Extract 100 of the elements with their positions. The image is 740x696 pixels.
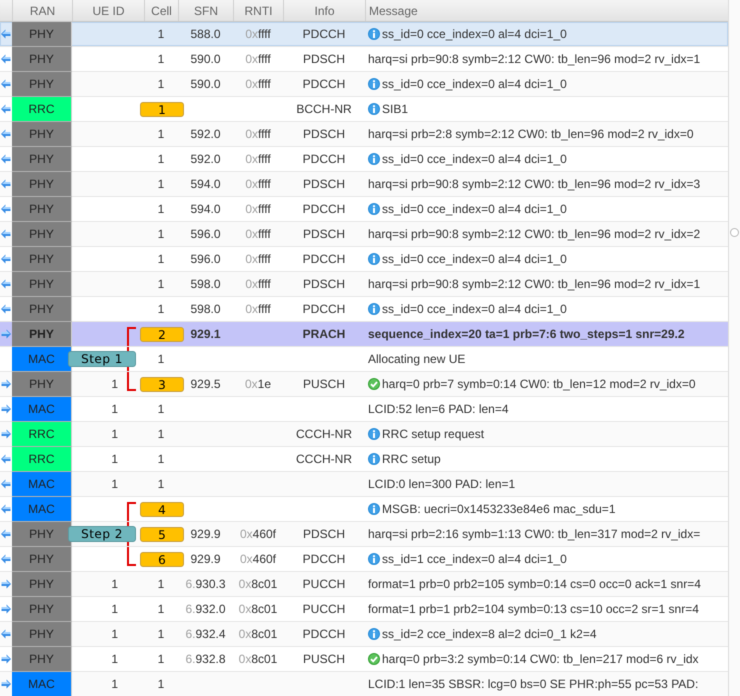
message-text: harq=si prb=2:8 symb=2:12 CW0: tb_len=96 mod=2 rv_idx=0 (368, 127, 694, 141)
cell-id-cell-text: 1 (156, 601, 166, 618)
rnti-cell-text: 0xffff (244, 151, 272, 168)
number-badge: 4 (140, 502, 184, 517)
message-text: ss_id=0 cce_index=0 al=4 dci=1_0 (382, 252, 567, 266)
log-row[interactable]: PHY Step 2 5 929.9 0x460f PDSCH harq=si prb=2:16 symb=1:13 CW0: tb_len=317 mod=2 rv_idx= (0, 522, 728, 547)
info-cell-text: PUCCH (302, 576, 346, 593)
info-icon (368, 28, 380, 40)
log-row[interactable]: MAC 1 1 LCID:1 len=35 SBSR: lcg=0 bs=0 SE PHR:ph=55 pc=53 PAD: (0, 672, 728, 696)
log-row[interactable]: MAC 1 1 LCID:0 len=300 PAD: len=1 (0, 472, 728, 497)
number-badge: 1 (140, 102, 184, 117)
sfn-cell-text: 929.5 (189, 376, 222, 393)
ue-id-cell-text: 1 (110, 426, 118, 443)
info-icon (368, 628, 380, 640)
info-icon (368, 103, 380, 115)
number-badge: 5 (140, 527, 184, 542)
log-row[interactable]: PHY 1 1 6.930.3 0x8c01 PUCCH format=1 prb=0 prb2=105 symb=0:14 cs=0 occ=0 ack=1 snr=4 (0, 572, 728, 597)
ran-cell: PHY (12, 647, 72, 672)
cell-id-cell-text: 1 (156, 76, 166, 93)
log-row[interactable]: PHY 1 596.0 0xffff PDSCH harq=si prb=90:8 symb=2:12 CW0: tb_len=96 mod=2 rv_idx=2 (0, 222, 728, 247)
log-row[interactable]: PHY 1 3 929.5 0x1e PUSCH harq=0 prb=7 symb=0:14 CW0: tb_len=12 mod=2 rv_idx=0 (0, 372, 728, 397)
log-row[interactable]: PHY 1 590.0 0xffff PDCCH ss_id=0 cce_index=0 al=4 dci=1_0 (0, 72, 728, 97)
log-row[interactable]: PHY 1 1 6.932.4 0x8c01 PDCCH ss_id=2 cce_index=8 al=2 dci=0_1 k2=4 (0, 622, 728, 647)
log-row[interactable]: PHY 1 596.0 0xffff PDCCH ss_id=0 cce_index=0 al=4 dci=1_0 (0, 247, 728, 272)
log-row[interactable]: PHY 1 598.0 0xffff PDCCH ss_id=0 cce_index=0 al=4 dci=1_0 (0, 297, 728, 322)
rnti-cell-text: 0x460f (238, 551, 278, 568)
ran-cell: PHY (12, 122, 72, 147)
info-cell-text: CCCH-NR (295, 451, 353, 468)
rnti-cell-text: 0xffff (244, 126, 272, 143)
log-row[interactable]: RRC 1 1 CCCH-NR RRC setup request (0, 422, 728, 447)
info-cell-text: PDCCH (302, 201, 346, 218)
cell-id-cell-text: 1 (156, 451, 166, 468)
cell-id-cell-text: 1 (156, 626, 166, 643)
sfn-cell-text: 6.932.4 (184, 626, 227, 643)
message-text: harq=si prb=2:16 symb=1:13 CW0: tb_len=317 mod=2 rv_idx= (368, 527, 700, 541)
ue-id-cell-text: 1 (110, 576, 118, 593)
rnti-cell-text: 0x8c01 (238, 626, 278, 643)
column-header[interactable]: SFN (178, 0, 233, 21)
info-cell-text: PDSCH (302, 126, 346, 143)
message-text: ss_id=0 cce_index=0 al=4 dci=1_0 (382, 202, 567, 216)
log-row[interactable]: RRC 1 1 CCCH-NR RRC setup (0, 447, 728, 472)
rnti-cell-text: 0x8c01 (238, 651, 278, 668)
message-text: harq=0 prb=3:2 symb=0:14 CW0: tb_len=217 mod=6 rv_idx (382, 652, 699, 666)
ran-cell: MAC (12, 397, 72, 422)
cell-id-cell-text: 1 (156, 476, 166, 493)
ue-id-cell-text: 1 (110, 651, 118, 668)
column-header[interactable]: UE ID (72, 0, 144, 21)
rnti-cell-text: 0xffff (244, 226, 272, 243)
info-cell-text: PDCCH (302, 301, 346, 318)
info-icon (368, 428, 380, 440)
ran-cell: PHY (12, 172, 72, 197)
ran-cell: PHY (12, 222, 72, 247)
column-header[interactable]: Info (283, 0, 365, 21)
log-row[interactable]: PHY 1 1 6.932.8 0x8c01 PUSCH harq=0 prb=3:2 symb=0:14 CW0: tb_len=217 mod=6 rv_idx (0, 647, 728, 672)
cell-id-cell-text: 1 (156, 201, 166, 218)
cell-id-cell-text: 1 (156, 426, 166, 443)
scroll-thumb[interactable] (730, 228, 739, 237)
sfn-cell-text: 592.0 (189, 151, 222, 168)
column-header[interactable]: RNTI (233, 0, 283, 21)
ue-id-cell-text: 1 (110, 626, 118, 643)
message-text: harq=si prb=90:8 symb=2:12 CW0: tb_len=96 mod=2 rv_idx=1 (368, 277, 700, 291)
column-header[interactable]: Cell (144, 0, 178, 21)
info-cell-text: PDCCH (302, 251, 346, 268)
log-row[interactable]: PHY 6 929.9 0x460f PDCCH ss_id=1 cce_index=0 al=4 dci=1_0 (0, 547, 728, 572)
rnti-cell-text: 0x8c01 (238, 601, 278, 618)
column-header[interactable]: RAN (12, 0, 72, 21)
ran-cell: PHY (12, 322, 72, 347)
info-icon (368, 453, 380, 465)
log-row[interactable]: PHY 1 594.0 0xffff PDCCH ss_id=0 cce_index=0 al=4 dci=1_0 (0, 197, 728, 222)
log-row[interactable]: MAC 1 1 LCID:52 len=6 PAD: len=4 (0, 397, 728, 422)
log-row[interactable]: PHY 1 598.0 0xffff PDSCH harq=si prb=90:8 symb=2:12 CW0: tb_len=96 mod=2 rv_idx=1 (0, 272, 728, 297)
log-row[interactable]: PHY 1 592.0 0xffff PDCCH ss_id=0 cce_index=0 al=4 dci=1_0 (0, 147, 728, 172)
ran-cell: PHY (12, 572, 72, 597)
info-icon (368, 153, 380, 165)
log-row[interactable]: MAC Step 1 1 Allocating new UE (0, 347, 728, 372)
log-row[interactable]: PHY 1 592.0 0xffff PDSCH harq=si prb=2:8 symb=2:12 CW0: tb_len=96 mod=2 rv_idx=0 (0, 122, 728, 147)
log-row[interactable]: RRC 1 BCCH-NR SIB1 (0, 97, 728, 122)
scrollbar[interactable] (728, 0, 740, 696)
log-row[interactable]: PHY 1 590.0 0xffff PDSCH harq=si prb=90:8 symb=2:12 CW0: tb_len=96 mod=2 rv_idx=1 (0, 47, 728, 72)
cell-id-cell-text: 1 (156, 176, 166, 193)
sfn-cell-text: 588.0 (189, 26, 222, 43)
info-cell-text: PDCCH (302, 626, 346, 643)
ran-cell: PHY (12, 297, 72, 322)
info-cell-text: CCCH-NR (295, 426, 353, 443)
step-label: Step 2 (68, 526, 136, 542)
log-row[interactable]: MAC 4 MSGB: uecri=0x1453233e84e6 mac_sdu=1 (0, 497, 728, 522)
ran-cell: MAC (12, 672, 72, 696)
message-text: ss_id=1 cce_index=0 al=4 dci=1_0 (382, 552, 567, 566)
message-text: Allocating new UE (368, 352, 466, 366)
log-row[interactable]: PHY 1 588.0 0xffff PDCCH ss_id=0 cce_index=0 al=4 dci=1_0 (0, 22, 728, 47)
cell-id-cell-text: 1 (156, 276, 166, 293)
log-row[interactable]: PHY 1 594.0 0xffff PDSCH harq=si prb=90:8 symb=2:12 CW0: tb_len=96 mod=2 rv_idx=3 (0, 172, 728, 197)
info-cell-text: BCCH-NR (295, 101, 353, 118)
cell-id-cell-text: 1 (156, 51, 166, 68)
log-row[interactable]: PHY 1 1 6.932.0 0x8c01 PUCCH format=1 prb=1 prb2=104 symb=0:13 cs=10 occ=2 sr=1 snr=4 (0, 597, 728, 622)
log-row[interactable]: PHY 2 929.1 PRACH sequence_index=20 ta=1 prb=7:6 two_steps=1 snr=29.2 (0, 322, 728, 347)
cell-id-cell-text: 1 (156, 226, 166, 243)
ran-cell: PHY (12, 272, 72, 297)
ran-cell: PHY (12, 47, 72, 72)
message-text: harq=si prb=90:8 symb=2:12 CW0: tb_len=96 mod=2 rv_idx=2 (368, 227, 700, 241)
